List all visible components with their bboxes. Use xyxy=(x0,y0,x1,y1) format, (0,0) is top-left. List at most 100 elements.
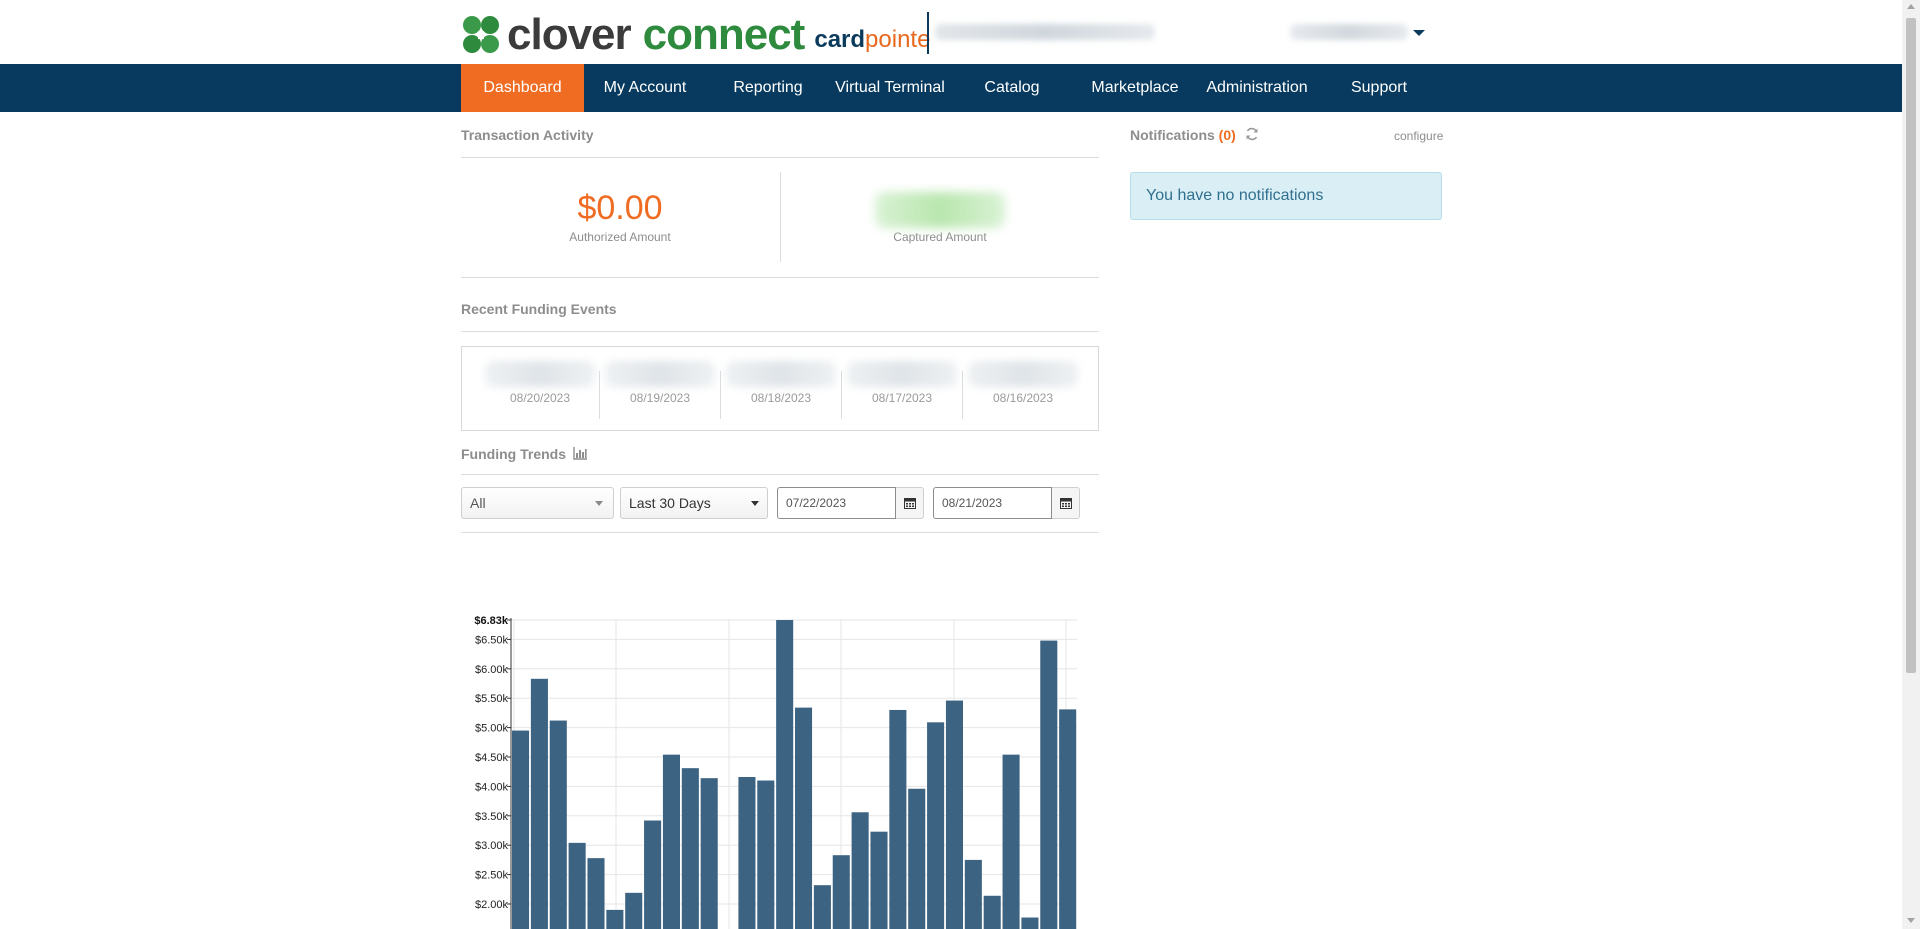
funding-event-date: 08/16/2023 xyxy=(992,391,1054,405)
nav-item-marketplace[interactable]: Marketplace xyxy=(1074,64,1196,112)
chart-bar xyxy=(832,855,850,929)
top-header: clover connect card pointe xyxy=(0,0,1902,64)
funding-event-date: 08/19/2023 xyxy=(629,391,691,405)
chart-bar xyxy=(644,820,662,929)
chart-bar xyxy=(983,895,1001,929)
nav-item-reporting[interactable]: Reporting xyxy=(706,64,830,112)
funding-amount-redacted xyxy=(968,361,1078,387)
funding-event-item[interactable]: 08/20/2023 xyxy=(480,361,600,419)
y-axis-tick-label: $6.00k xyxy=(475,664,509,676)
chart-bar xyxy=(530,678,548,929)
funding-amount-redacted xyxy=(726,361,836,387)
header-divider xyxy=(927,12,929,54)
y-axis-tick-label: $6.83k xyxy=(474,615,509,627)
funding-amount-redacted xyxy=(485,361,595,387)
captured-amount-panel: Captured Amount xyxy=(781,190,1099,244)
chart-bar xyxy=(889,709,907,929)
user-menu-redacted[interactable] xyxy=(1290,24,1408,40)
chart-bar xyxy=(1002,754,1020,929)
no-notifications-alert: You have no notifications xyxy=(1130,172,1442,220)
chart-bar xyxy=(738,776,756,929)
chart-bar xyxy=(606,909,624,929)
start-date-calendar-button[interactable] xyxy=(896,487,924,519)
end-date-input[interactable]: 08/21/2023 xyxy=(933,487,1052,519)
authorized-amount-value: $0.00 xyxy=(577,189,663,227)
nav-item-support[interactable]: Support xyxy=(1318,64,1440,112)
chart-bar xyxy=(625,892,643,929)
chart-bar xyxy=(964,859,982,929)
funding-trends-chart: $6.83k $6.50k $6.00k $5.50k $5.00k $4.50k $4.0… xyxy=(474,615,1077,929)
funding-event-item[interactable]: 08/19/2023 xyxy=(600,361,720,419)
date-range-select-value: Last 30 Days xyxy=(629,495,711,511)
funding-event-date: 08/18/2023 xyxy=(750,391,812,405)
chart-bar xyxy=(512,730,530,929)
chart-bar xyxy=(662,754,680,929)
bar-chart-icon[interactable] xyxy=(573,447,587,460)
funding-event-item[interactable]: 08/18/2023 xyxy=(721,361,841,419)
chart-bar xyxy=(870,831,888,929)
y-axis-tick-label: $2.50k xyxy=(475,870,509,882)
configure-notifications-link[interactable]: configure xyxy=(1394,129,1443,143)
recent-funding-events-title: Recent Funding Events xyxy=(461,301,617,317)
notifications-title: Notifications (0) xyxy=(1130,127,1236,143)
logo-pointe-text: pointe xyxy=(865,26,931,53)
merchant-name-redacted[interactable] xyxy=(935,24,1155,40)
section-divider xyxy=(461,474,1099,475)
end-date-calendar-button[interactable] xyxy=(1052,487,1080,519)
start-date-input[interactable]: 07/22/2023 xyxy=(777,487,896,519)
funding-amount-redacted xyxy=(847,361,957,387)
funding-event-date: 08/20/2023 xyxy=(509,391,571,405)
card-type-select-value: All xyxy=(470,495,486,511)
chevron-down-icon xyxy=(751,501,759,506)
chart-bar xyxy=(700,778,718,929)
y-axis-tick-label: $2.00k xyxy=(475,899,509,911)
section-divider xyxy=(461,331,1099,332)
clover-connect-logo[interactable]: clover connect card pointe xyxy=(461,10,931,57)
y-axis-tick-label: $5.50k xyxy=(475,693,509,705)
chart-bar xyxy=(851,812,869,929)
chart-bar xyxy=(1040,640,1058,929)
funding-event-date: 08/17/2023 xyxy=(871,391,933,405)
notifications-title-label: Notifications xyxy=(1130,127,1215,143)
chart-bar xyxy=(908,788,926,929)
y-axis-tick-label: $4.00k xyxy=(475,781,509,793)
funding-events-panel: 08/20/2023 08/19/2023 08/18/2023 08/17/2… xyxy=(461,346,1099,431)
main-nav: Dashboard My Account Reporting Virtual T… xyxy=(0,64,1902,112)
y-axis-tick-label: $3.00k xyxy=(475,840,509,852)
chart-bar xyxy=(1021,917,1039,929)
scroll-down-arrow-icon[interactable] xyxy=(1907,918,1915,923)
chart-bar xyxy=(795,707,813,929)
nav-item-virtual-terminal[interactable]: Virtual Terminal xyxy=(830,64,950,112)
nav-item-dashboard[interactable]: Dashboard xyxy=(461,64,584,112)
chart-bar xyxy=(1059,709,1077,929)
nav-item-my-account[interactable]: My Account xyxy=(584,64,706,112)
chart-bar xyxy=(757,780,775,929)
funding-event-item[interactable]: 08/17/2023 xyxy=(842,361,962,419)
user-menu-caret-icon[interactable] xyxy=(1413,30,1425,36)
chevron-down-icon xyxy=(595,501,603,506)
section-divider xyxy=(461,157,1099,158)
scrollbar-thumb[interactable] xyxy=(1906,18,1916,673)
chart-bar xyxy=(587,858,605,929)
card-type-select[interactable]: All xyxy=(461,487,614,519)
section-divider xyxy=(461,532,1099,533)
funding-event-item[interactable]: 08/16/2023 xyxy=(963,361,1083,419)
funding-trends-title: Funding Trends xyxy=(461,446,566,462)
logo-card-text: card xyxy=(814,26,866,53)
chart-bar xyxy=(549,720,567,929)
page-scrollbar[interactable] xyxy=(1902,0,1920,929)
authorized-amount-panel: $0.00 Authorized Amount xyxy=(461,188,779,244)
y-axis-tick-label: $4.50k xyxy=(475,752,509,764)
captured-amount-label: Captured Amount xyxy=(893,230,987,244)
y-axis-tick-label: $5.00k xyxy=(475,723,509,735)
date-range-select[interactable]: Last 30 Days xyxy=(620,487,768,519)
chart-bar xyxy=(945,700,963,929)
clover-leaf-icon xyxy=(463,16,499,53)
notifications-count: (0) xyxy=(1218,127,1236,143)
captured-amount-redacted xyxy=(875,192,1005,228)
nav-item-administration[interactable]: Administration xyxy=(1196,64,1318,112)
refresh-icon[interactable] xyxy=(1245,127,1259,141)
chart-bar xyxy=(681,768,699,929)
nav-item-catalog[interactable]: Catalog xyxy=(950,64,1074,112)
scroll-up-arrow-icon[interactable] xyxy=(1907,4,1915,9)
